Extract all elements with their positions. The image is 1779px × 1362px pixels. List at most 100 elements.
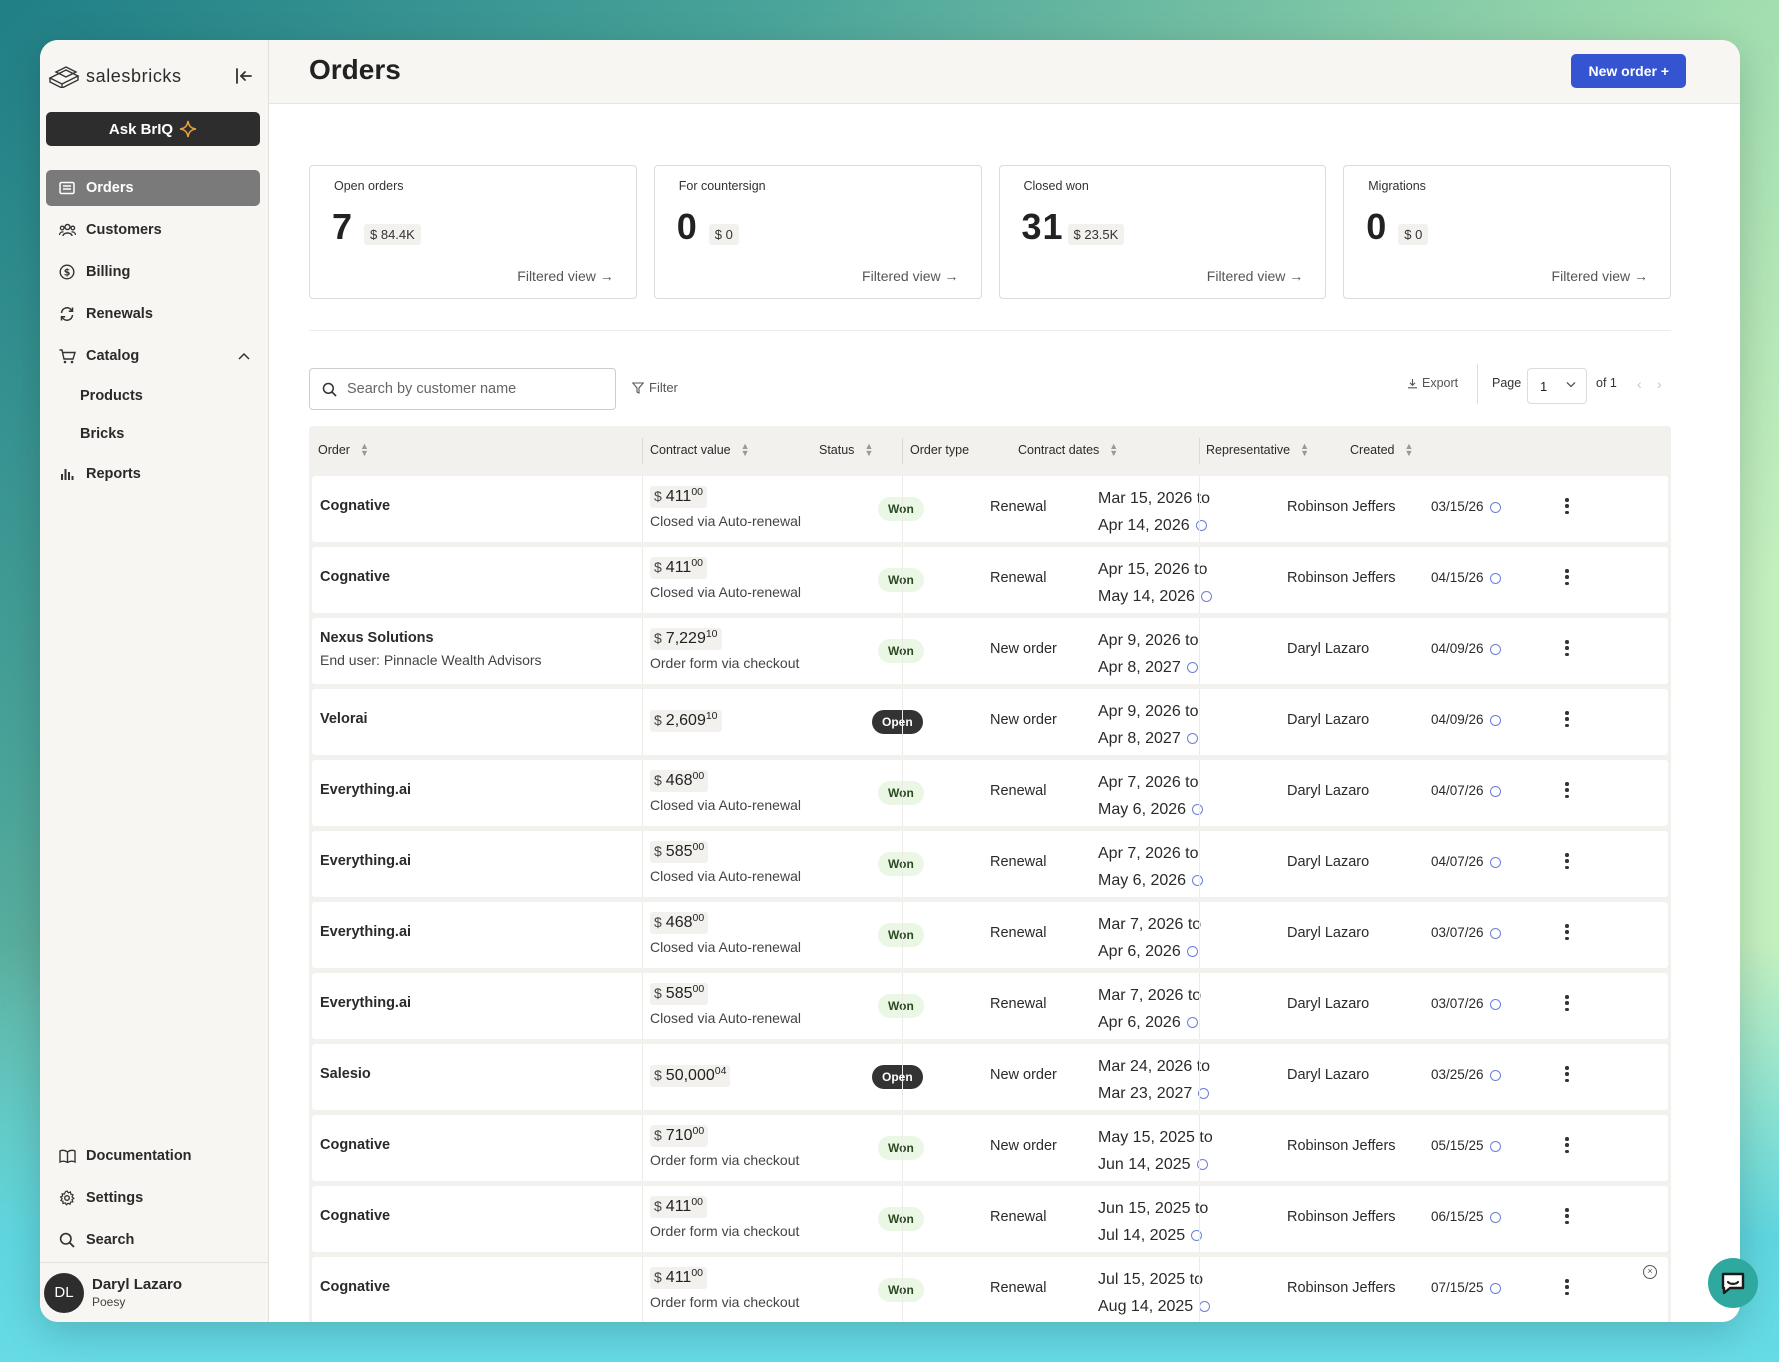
info-icon[interactable] bbox=[1192, 804, 1204, 816]
more-options-icon[interactable] bbox=[1565, 498, 1569, 514]
more-options-icon[interactable] bbox=[1565, 1279, 1569, 1295]
prev-page-icon[interactable]: ‹ bbox=[1637, 376, 1642, 392]
table-row[interactable]: Everything.ai $58500 Closed via Auto-ren… bbox=[312, 831, 1668, 897]
sidebar-item-settings[interactable]: Settings bbox=[46, 1180, 260, 1216]
col-header-status[interactable]: Status ▲ ▼ bbox=[819, 442, 873, 458]
col-header-representative[interactable]: Representative ▲ ▼ bbox=[1206, 442, 1309, 458]
export-button[interactable]: Export bbox=[1407, 376, 1458, 390]
info-icon[interactable] bbox=[1489, 1140, 1501, 1152]
col-header-order-type[interactable]: Order type bbox=[910, 443, 969, 457]
more-options-icon[interactable] bbox=[1565, 640, 1569, 656]
order-name[interactable]: Everything.ai bbox=[320, 924, 411, 940]
info-icon[interactable] bbox=[1186, 662, 1198, 674]
col-header-created[interactable]: Created ▲ ▼ bbox=[1350, 442, 1413, 458]
more-options-icon[interactable] bbox=[1565, 569, 1569, 585]
created-value: 03/07/26 bbox=[1431, 996, 1484, 1011]
more-options-icon[interactable] bbox=[1565, 1137, 1569, 1153]
sidebar-item-bricks[interactable]: Bricks bbox=[46, 418, 260, 450]
filtered-view-link[interactable]: Filtered view → bbox=[517, 268, 613, 284]
info-icon[interactable] bbox=[1489, 1069, 1501, 1081]
more-options-icon[interactable] bbox=[1565, 1066, 1569, 1082]
table-row[interactable]: Everything.ai $58500 Closed via Auto-ren… bbox=[312, 973, 1668, 1039]
info-icon[interactable] bbox=[1195, 520, 1207, 532]
col-separator bbox=[1199, 1044, 1200, 1110]
next-page-icon[interactable]: › bbox=[1657, 376, 1662, 392]
search-box[interactable] bbox=[309, 368, 616, 410]
info-icon[interactable] bbox=[1186, 1017, 1198, 1029]
table-row[interactable]: Everything.ai $46800 Closed via Auto-ren… bbox=[312, 760, 1668, 826]
chevron-up-icon[interactable] bbox=[238, 352, 250, 360]
info-icon[interactable] bbox=[1489, 1211, 1501, 1223]
info-icon[interactable] bbox=[1489, 1282, 1501, 1294]
sidebar-item-catalog[interactable]: Catalog bbox=[46, 338, 260, 374]
table-row[interactable]: Cognative $41100 Closed via Auto-renewal… bbox=[312, 476, 1668, 542]
info-icon[interactable] bbox=[1200, 591, 1212, 603]
order-name[interactable]: Everything.ai bbox=[320, 853, 411, 869]
chat-button[interactable] bbox=[1708, 1258, 1758, 1308]
more-options-icon[interactable] bbox=[1565, 995, 1569, 1011]
created-date: 04/07/26 bbox=[1431, 854, 1501, 869]
sidebar-item-billing[interactable]: $ Billing bbox=[46, 254, 260, 290]
logo[interactable]: salesbricks bbox=[48, 60, 258, 92]
filtered-view-link[interactable]: Filtered view → bbox=[862, 268, 958, 284]
sidebar-item-reports[interactable]: Reports bbox=[46, 456, 260, 492]
table-row[interactable]: Nexus Solutions End user: Pinnacle Wealt… bbox=[312, 618, 1668, 684]
more-options-icon[interactable] bbox=[1565, 924, 1569, 940]
more-options-icon[interactable] bbox=[1565, 782, 1569, 798]
main-nav: Orders Customers $ Billing Renewals Cata… bbox=[46, 170, 260, 498]
info-icon[interactable] bbox=[1186, 733, 1198, 745]
ask-briq-button[interactable]: Ask BrIQ bbox=[46, 112, 260, 146]
sidebar-item-renewals[interactable]: Renewals bbox=[46, 296, 260, 332]
more-options-icon[interactable] bbox=[1565, 1208, 1569, 1224]
user-profile[interactable]: DL Daryl Lazaro Poesy bbox=[40, 1262, 269, 1322]
col-header-contract-value[interactable]: Contract value ▲ ▼ bbox=[650, 442, 750, 458]
info-icon[interactable] bbox=[1192, 875, 1204, 887]
table-row[interactable]: Everything.ai $46800 Closed via Auto-ren… bbox=[312, 902, 1668, 968]
info-icon[interactable] bbox=[1489, 927, 1501, 939]
collapse-sidebar-icon[interactable] bbox=[232, 64, 256, 88]
table-row[interactable]: Cognative $41100 Order form via checkout… bbox=[312, 1257, 1668, 1322]
order-name[interactable]: Salesio bbox=[320, 1066, 371, 1082]
close-chat-icon[interactable]: × bbox=[1643, 1265, 1657, 1279]
info-icon[interactable] bbox=[1489, 501, 1501, 513]
filter-button[interactable]: Filter bbox=[632, 380, 678, 395]
info-icon[interactable] bbox=[1489, 714, 1501, 726]
filtered-view-link[interactable]: Filtered view → bbox=[1207, 268, 1303, 284]
search-input[interactable] bbox=[347, 381, 597, 397]
contract-date-start: Jun 15, 2025 to bbox=[1098, 1200, 1209, 1217]
order-name[interactable]: Cognative bbox=[320, 498, 390, 514]
info-icon[interactable] bbox=[1199, 1301, 1211, 1313]
info-icon[interactable] bbox=[1489, 856, 1501, 868]
order-name[interactable]: Cognative bbox=[320, 1279, 390, 1295]
col-header-contract-dates[interactable]: Contract dates ▲ ▼ bbox=[1018, 442, 1118, 458]
filtered-view-link[interactable]: Filtered view → bbox=[1552, 268, 1648, 284]
order-name[interactable]: Nexus Solutions bbox=[320, 630, 434, 646]
new-order-button[interactable]: New order + bbox=[1571, 54, 1686, 88]
table-row[interactable]: Cognative $41100 Closed via Auto-renewal… bbox=[312, 547, 1668, 613]
info-icon[interactable] bbox=[1489, 643, 1501, 655]
info-icon[interactable] bbox=[1489, 998, 1501, 1010]
sidebar-item-orders[interactable]: Orders bbox=[46, 170, 260, 206]
order-name[interactable]: Cognative bbox=[320, 1137, 390, 1153]
info-icon[interactable] bbox=[1186, 946, 1198, 958]
table-row[interactable]: Cognative $71000 Order form via checkout… bbox=[312, 1115, 1668, 1181]
order-name[interactable]: Everything.ai bbox=[320, 995, 411, 1011]
order-name[interactable]: Cognative bbox=[320, 569, 390, 585]
info-icon[interactable] bbox=[1489, 572, 1501, 584]
sidebar-item-search[interactable]: Search bbox=[46, 1222, 260, 1258]
sidebar-item-documentation[interactable]: Documentation bbox=[46, 1138, 260, 1174]
table-row[interactable]: Salesio $50,00004 Open New order Mar 24,… bbox=[312, 1044, 1668, 1110]
sidebar-item-customers[interactable]: Customers bbox=[46, 212, 260, 248]
order-name[interactable]: Everything.ai bbox=[320, 782, 411, 798]
page-select[interactable]: 1 bbox=[1527, 368, 1587, 404]
table-row[interactable]: Cognative $41100 Order form via checkout… bbox=[312, 1186, 1668, 1252]
sidebar-item-products[interactable]: Products bbox=[46, 380, 260, 412]
order-name[interactable]: Cognative bbox=[320, 1208, 390, 1224]
table-row[interactable]: Velorai $2,60910 Open New order Apr 9, 2… bbox=[312, 689, 1668, 755]
info-icon[interactable] bbox=[1489, 785, 1501, 797]
info-icon[interactable] bbox=[1191, 1230, 1203, 1242]
order-name[interactable]: Velorai bbox=[320, 711, 368, 727]
more-options-icon[interactable] bbox=[1565, 711, 1569, 727]
col-header-order[interactable]: Order ▲ ▼ bbox=[318, 442, 369, 458]
more-options-icon[interactable] bbox=[1565, 853, 1569, 869]
